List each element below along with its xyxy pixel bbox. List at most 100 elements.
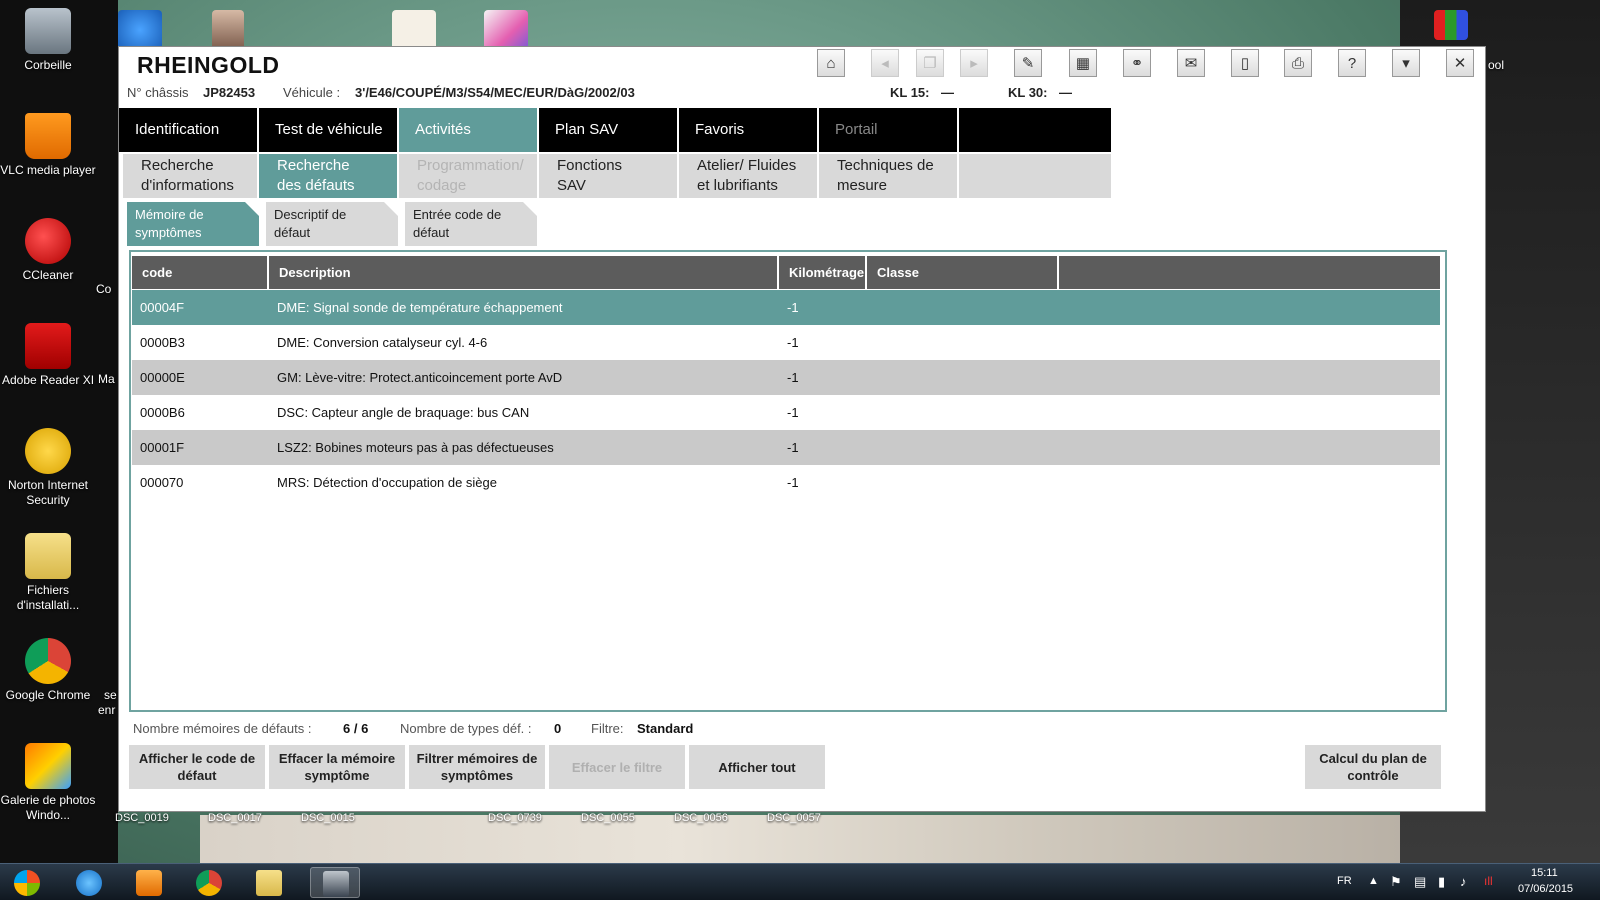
power-icon[interactable]: ▮	[1438, 874, 1445, 890]
compare-icon[interactable]: ▦	[1069, 49, 1097, 77]
language-indicator[interactable]: FR	[1337, 875, 1352, 887]
taskbar-chrome[interactable]	[184, 867, 234, 898]
cabi-app-icon[interactable]	[1434, 10, 1468, 40]
tab-fault-description[interactable]: Descriptif de défaut	[266, 202, 398, 246]
taskbar-rheingold[interactable]	[310, 867, 360, 898]
desktop-icon-vlc[interactable]: VLC media player	[0, 113, 96, 178]
fault-memory-table: code Description Kilométrage Classe 0000…	[129, 250, 1447, 712]
table-row[interactable]: 00004F DME: Signal sonde de température …	[132, 290, 1440, 325]
kl30-value: —	[1059, 85, 1072, 100]
tab-activities[interactable]: Activités	[399, 108, 537, 152]
table-row[interactable]: 0000B3 DME: Conversion catalyseur cyl. 4…	[132, 325, 1440, 360]
tab-service-plan[interactable]: Plan SAV	[539, 108, 677, 152]
wrench-icon[interactable]: ✎	[1014, 49, 1042, 77]
forward-icon[interactable]: ▸	[960, 49, 988, 77]
clock-date[interactable]: 07/06/2015	[1518, 883, 1573, 895]
back-icon[interactable]: ◂	[871, 49, 899, 77]
tab-favorites[interactable]: Favoris	[679, 108, 817, 152]
tab-vehicle-test[interactable]: Test de véhicule	[259, 108, 397, 152]
table-row[interactable]: 00001F LSZ2: Bobines moteurs pas à pas d…	[132, 430, 1440, 465]
print-icon[interactable]: ⎙	[1284, 49, 1312, 77]
photo-thumbnail-icon[interactable]	[212, 10, 244, 50]
subtab-label: Programmation/	[417, 157, 524, 174]
subtab-workshop-fluids[interactable]: Atelier/ Fluides et lubrifiants	[679, 154, 817, 198]
desktop-icon-chrome[interactable]: Google Chrome	[0, 638, 96, 703]
thumbnail-label[interactable]: DSC_0739	[488, 812, 542, 824]
desktop-icon-ccleaner[interactable]: CCleaner	[0, 218, 96, 283]
tab-portal[interactable]: Portail	[819, 108, 957, 152]
calculate-test-plan-button[interactable]: Calcul du plan de contrôle	[1305, 745, 1441, 789]
tab-label: symptômes	[135, 225, 202, 240]
column-mileage[interactable]: Kilométrage	[779, 256, 867, 289]
thumbnail-label[interactable]: DSC_0056	[674, 812, 728, 824]
clock-time[interactable]: 15:11	[1531, 867, 1558, 879]
link-icon[interactable]: ⚭	[1123, 49, 1151, 77]
subtab-fault-search[interactable]: Recherche des défauts	[259, 154, 397, 198]
close-icon[interactable]: ✕	[1446, 49, 1474, 77]
subtab-programming[interactable]: Programmation/ codage	[399, 154, 537, 198]
action-center-icon[interactable]: ⚑	[1390, 874, 1402, 890]
desktop-icon-adobe-reader[interactable]: Adobe Reader XI	[0, 323, 96, 388]
taskbar-media-player[interactable]	[124, 867, 174, 898]
help-icon[interactable]: ?	[1338, 49, 1366, 77]
vehicle-value: 3'/E46/COUPÉ/M3/S54/MEC/EUR/DàG/2002/03	[355, 85, 635, 100]
internet-explorer-icon	[76, 870, 102, 896]
column-description[interactable]: Description	[269, 256, 779, 289]
thumbnail-label[interactable]: DSC_0019	[115, 812, 169, 824]
battery-icon[interactable]: ▯	[1231, 49, 1259, 77]
subtab-label: d'informations	[141, 177, 234, 194]
minimize-icon[interactable]: ▾	[1392, 49, 1420, 77]
table-header: code Description Kilométrage Classe	[132, 256, 1440, 289]
subtab-measurement[interactable]: Techniques de mesure	[819, 154, 957, 198]
show-all-button[interactable]: Afficher tout	[689, 745, 825, 789]
artwork-thumbnail-icon[interactable]	[392, 10, 436, 50]
taskbar-internet-explorer[interactable]	[64, 867, 114, 898]
vehicle-info-bar: N° châssis JP82453 Véhicule : 3'/E46/COU…	[119, 81, 1485, 105]
table-row[interactable]: 000070 MRS: Détection d'occupation de si…	[132, 465, 1440, 500]
home-icon[interactable]: ⌂	[817, 49, 845, 77]
tab-symptom-memory[interactable]: Mémoire de symptômes	[127, 202, 259, 246]
table-row[interactable]: 0000B6 DSC: Capteur angle de braquage: b…	[132, 395, 1440, 430]
subtab-label: des défauts	[277, 177, 355, 194]
folder-icon	[25, 533, 71, 579]
chrome-icon	[196, 870, 222, 896]
column-code[interactable]: code	[132, 256, 269, 289]
itunes-icon[interactable]	[118, 10, 162, 50]
desktop-icon-norton[interactable]: Norton Internet Security	[0, 428, 96, 508]
subtab-service-functions[interactable]: Fonctions SAV	[539, 154, 677, 198]
cell-mileage: -1	[787, 335, 799, 350]
kl30-label: KL 30:	[1008, 85, 1048, 100]
tab-identification[interactable]: Identification	[119, 108, 257, 152]
thumbnail-label[interactable]: DSC_0017	[208, 812, 262, 824]
signal-icon[interactable]: ıll	[1484, 874, 1493, 888]
thumbnail-label[interactable]: DSC_0055	[581, 812, 635, 824]
filter-symptom-memories-button[interactable]: Filtrer mémoires de symptômes	[409, 745, 545, 789]
subtab-info-search[interactable]: Recherche d'informations	[123, 154, 257, 198]
show-fault-code-button[interactable]: Afficher le code de défaut	[129, 745, 265, 789]
tab-enter-fault-code[interactable]: Entrée code de défaut	[405, 202, 537, 246]
windows-logo-icon	[14, 870, 40, 896]
flowers-thumbnail-icon[interactable]	[484, 10, 528, 50]
network-icon[interactable]: ▤	[1414, 874, 1426, 890]
tab-label: défaut	[274, 225, 311, 240]
volume-icon[interactable]: ♪	[1460, 874, 1467, 889]
table-row[interactable]: 00000E GM: Lève-vitre: Protect.anticoinc…	[132, 360, 1440, 395]
tray-expand-icon[interactable]: ▲	[1368, 875, 1379, 887]
desktop-icon-photo-gallery[interactable]: Galerie de photos Windo...	[0, 743, 96, 823]
mail-icon[interactable]: ✉	[1177, 49, 1205, 77]
tab-label: Descriptif de	[274, 207, 347, 222]
tab-label: défaut	[413, 225, 450, 240]
documents-icon[interactable]: ❐	[916, 49, 944, 77]
thumbnail-label[interactable]: DSC_0015	[301, 812, 355, 824]
cell-mileage: -1	[787, 300, 799, 315]
column-class[interactable]: Classe	[867, 256, 1059, 289]
desktop-icon-installers-folder[interactable]: Fichiers d'installati...	[0, 533, 96, 613]
cell-mileage: -1	[787, 475, 799, 490]
clear-filter-button[interactable]: Effacer le filtre	[549, 745, 685, 789]
clear-symptom-memory-button[interactable]: Effacer la mémoire symptôme	[269, 745, 405, 789]
desktop-icon-recycle-bin[interactable]: Corbeille	[0, 8, 96, 73]
taskbar-explorer[interactable]	[244, 867, 294, 898]
start-button[interactable]	[4, 867, 50, 898]
thumbnail-label[interactable]: DSC_0057	[767, 812, 821, 824]
tab-label: Mémoire de	[135, 207, 204, 222]
